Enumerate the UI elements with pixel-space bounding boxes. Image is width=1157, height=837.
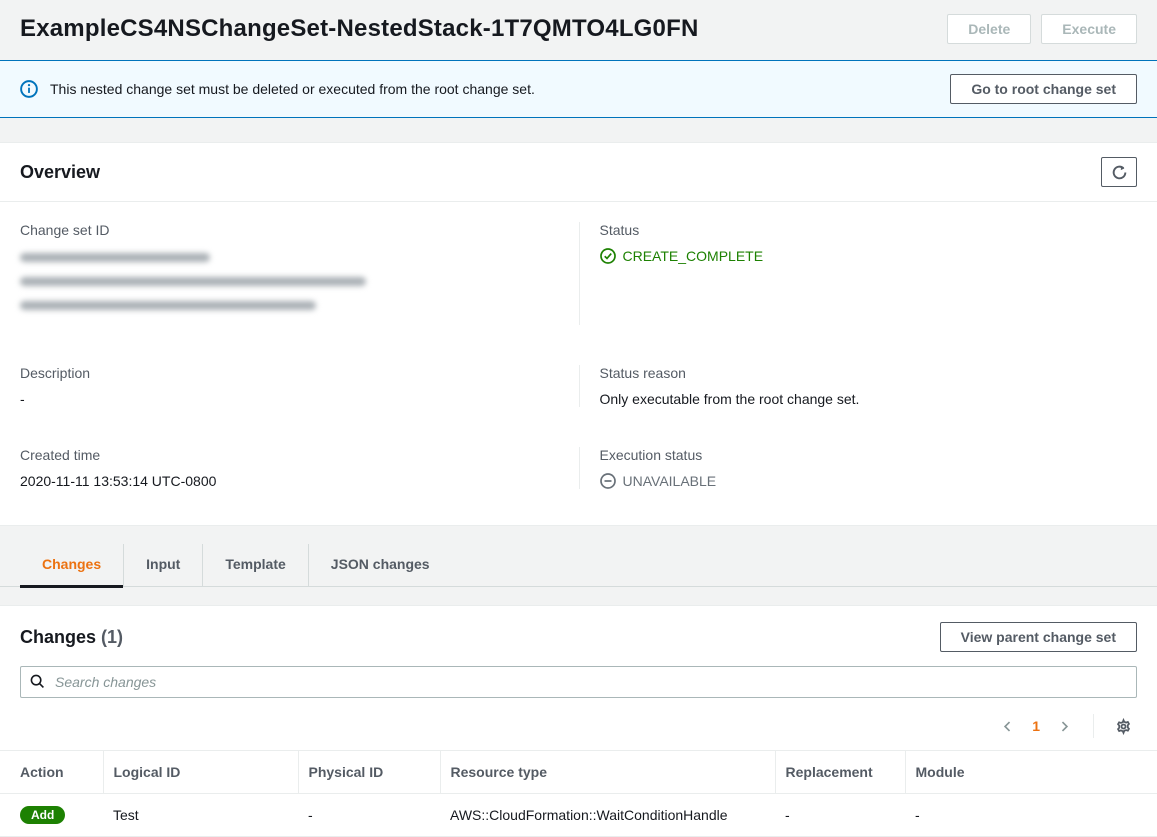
- action-add-badge: Add: [20, 806, 65, 824]
- search-changes-input[interactable]: [20, 666, 1137, 698]
- cell-resource-type: AWS::CloudFormation::WaitConditionHandle: [440, 794, 775, 837]
- info-icon: [20, 80, 38, 98]
- delete-button[interactable]: Delete: [947, 14, 1031, 44]
- previous-page-button[interactable]: [995, 716, 1020, 737]
- overview-title: Overview: [20, 162, 100, 183]
- refresh-icon: [1111, 164, 1128, 181]
- field-description: Description -: [20, 365, 579, 407]
- header-actions: Delete Execute: [947, 14, 1137, 44]
- change-set-id-value-redacted: [20, 253, 579, 310]
- status-label: Status: [600, 222, 1138, 238]
- gear-icon: [1114, 717, 1133, 736]
- cell-logical-id: Test: [103, 794, 298, 837]
- column-header-resource-type: Resource type: [440, 751, 775, 794]
- refresh-button[interactable]: [1101, 157, 1137, 187]
- search-box: [20, 666, 1137, 698]
- tab-bar: Changes Input Template JSON changes: [0, 544, 1157, 587]
- table-settings-button[interactable]: [1110, 715, 1137, 738]
- field-change-set-id: Change set ID: [20, 222, 579, 325]
- change-set-id-label: Change set ID: [20, 222, 579, 238]
- execution-status-label: Execution status: [600, 447, 1138, 463]
- go-to-root-change-set-button[interactable]: Go to root change set: [950, 74, 1137, 104]
- info-banner: This nested change set must be deleted o…: [0, 60, 1157, 118]
- tab-template[interactable]: Template: [202, 544, 307, 586]
- changes-title: Changes (1): [20, 627, 123, 648]
- changes-count: (1): [101, 627, 123, 647]
- overview-panel: Overview Change set ID Status: [0, 142, 1157, 526]
- description-value: -: [20, 391, 579, 407]
- field-execution-status: Execution status UNAVAILABLE: [579, 447, 1138, 489]
- field-created-time: Created time 2020-11-11 13:53:14 UTC-080…: [20, 447, 579, 489]
- column-header-replacement: Replacement: [775, 751, 905, 794]
- execution-status-value: UNAVAILABLE: [623, 473, 717, 489]
- banner-message: This nested change set must be deleted o…: [50, 81, 535, 97]
- current-page[interactable]: 1: [1024, 718, 1048, 734]
- column-header-module: Module: [905, 751, 1157, 794]
- tab-input[interactable]: Input: [123, 544, 202, 586]
- minus-circle-icon: [600, 473, 616, 489]
- cell-module: -: [905, 794, 1157, 837]
- table-header-row: Action Logical ID Physical ID Resource t…: [0, 751, 1157, 794]
- cell-replacement: -: [775, 794, 905, 837]
- created-time-label: Created time: [20, 447, 579, 463]
- status-reason-value: Only executable from the root change set…: [600, 391, 1138, 407]
- status-value: CREATE_COMPLETE: [623, 248, 764, 264]
- pagination: 1: [0, 708, 1157, 750]
- page-title: ExampleCS4NSChangeSet-NestedStack-1T7QMT…: [20, 15, 698, 43]
- cell-physical-id: -: [298, 794, 440, 837]
- table-row: Add Test - AWS::CloudFormation::WaitCond…: [0, 794, 1157, 837]
- description-label: Description: [20, 365, 579, 381]
- status-reason-label: Status reason: [600, 365, 1138, 381]
- changes-panel: Changes (1) View parent change set 1: [0, 605, 1157, 837]
- chevron-right-icon: [1058, 720, 1071, 733]
- created-time-value: 2020-11-11 13:53:14 UTC-0800: [20, 473, 579, 489]
- chevron-left-icon: [1001, 720, 1014, 733]
- next-page-button[interactable]: [1052, 716, 1077, 737]
- view-parent-change-set-button[interactable]: View parent change set: [940, 622, 1137, 652]
- column-header-physical-id: Physical ID: [298, 751, 440, 794]
- tab-changes[interactable]: Changes: [20, 544, 123, 586]
- check-circle-icon: [600, 248, 616, 264]
- changes-table: Action Logical ID Physical ID Resource t…: [0, 750, 1157, 837]
- search-icon: [30, 674, 45, 692]
- execute-button[interactable]: Execute: [1041, 14, 1137, 44]
- column-header-action: Action: [0, 751, 103, 794]
- column-header-logical-id: Logical ID: [103, 751, 298, 794]
- pagination-divider: [1093, 714, 1094, 738]
- field-status: Status CREATE_COMPLETE: [579, 222, 1138, 325]
- tab-json-changes[interactable]: JSON changes: [308, 544, 452, 586]
- field-status-reason: Status reason Only executable from the r…: [579, 365, 1138, 407]
- page-header: ExampleCS4NSChangeSet-NestedStack-1T7QMT…: [0, 0, 1157, 60]
